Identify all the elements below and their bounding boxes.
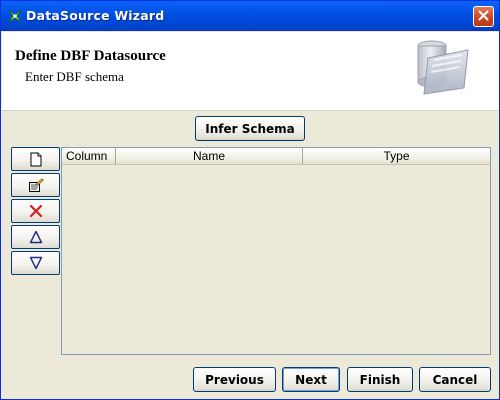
page-title: Define DBF Datasource — [15, 48, 166, 64]
column-header-column[interactable]: Column — [62, 148, 116, 164]
wizard-header: Define DBF Datasource Enter DBF schema — [2, 32, 499, 111]
schema-table[interactable]: Column Name Type — [61, 147, 491, 355]
page-subtitle: Enter DBF schema — [25, 69, 124, 84]
title-bar[interactable]: DataSource Wizard — [1, 1, 499, 31]
new-document-icon — [29, 152, 43, 167]
finish-label: Finish — [359, 372, 401, 387]
new-column-button[interactable] — [11, 147, 60, 171]
close-icon — [478, 10, 489, 24]
edit-column-button[interactable] — [11, 173, 60, 197]
datasource-wizard-window: DataSource Wizard Define DBF Datasource … — [0, 0, 500, 400]
delete-icon — [29, 204, 43, 218]
database-icon — [410, 36, 474, 98]
window-title: DataSource Wizard — [26, 8, 165, 23]
move-up-icon — [29, 230, 43, 244]
move-up-button[interactable] — [11, 225, 60, 249]
move-down-button[interactable] — [11, 251, 60, 275]
next-label: Next — [295, 372, 327, 387]
wizard-app-icon — [7, 8, 23, 24]
infer-schema-label: Infer Schema — [205, 121, 295, 136]
move-down-icon — [29, 256, 43, 270]
close-button[interactable] — [473, 6, 494, 27]
cancel-label: Cancel — [432, 372, 478, 387]
column-header-type[interactable]: Type — [303, 148, 490, 164]
cancel-button[interactable]: Cancel — [419, 367, 491, 392]
table-header: Column Name Type — [62, 148, 490, 165]
column-header-name[interactable]: Name — [116, 148, 303, 164]
edit-properties-icon — [28, 177, 44, 193]
next-button[interactable]: Next — [282, 367, 340, 392]
delete-column-button[interactable] — [11, 199, 60, 223]
previous-label: Previous — [205, 372, 264, 387]
previous-button[interactable]: Previous — [193, 367, 276, 392]
infer-schema-button[interactable]: Infer Schema — [195, 116, 305, 141]
finish-button[interactable]: Finish — [347, 367, 413, 392]
